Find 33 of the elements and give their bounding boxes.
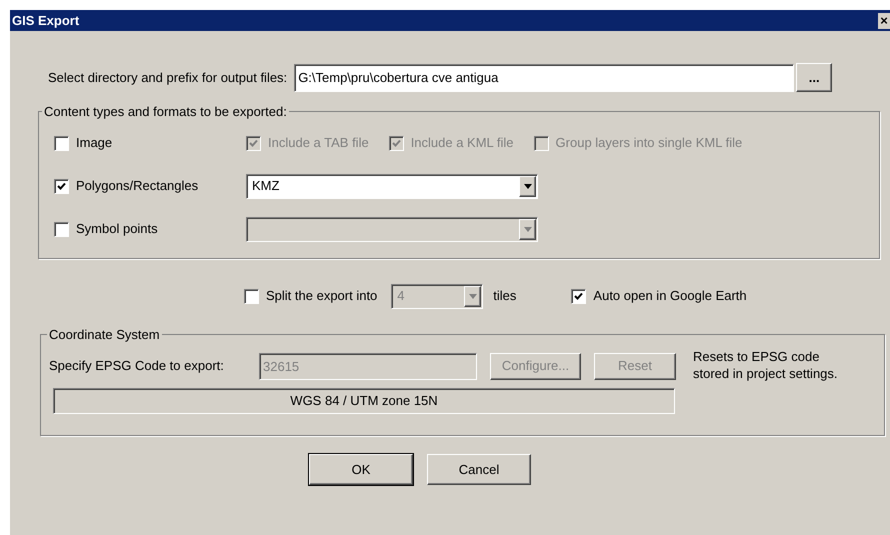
- dropdown-value: 4: [396, 287, 406, 306]
- checkbox[interactable]: [54, 222, 69, 236]
- reset-note: Resets to EPSG code stored in project settings.: [693, 348, 839, 383]
- tiles-label: tiles: [493, 287, 516, 306]
- checkbox[interactable]: [244, 288, 259, 304]
- checkbox[interactable]: [54, 136, 69, 150]
- checkbox-label: Symbol points: [76, 220, 158, 238]
- checkbox-label: Auto open in Google Earth: [593, 287, 747, 306]
- checkbox-label: Split the export into: [266, 287, 378, 306]
- close-button[interactable]: ×: [878, 12, 890, 28]
- output-label: Select directory and prefix for output files:: [48, 68, 288, 87]
- check-icon: [57, 182, 66, 190]
- checkbox-label: Include a KML file: [410, 134, 514, 152]
- browse-button[interactable]: ...: [796, 63, 832, 92]
- checkbox[interactable]: [571, 288, 586, 304]
- group-legend: Coordinate System: [47, 325, 162, 344]
- check-icon: [574, 292, 584, 300]
- dropdown-value: KMZ: [251, 177, 280, 196]
- output-path-field[interactable]: G:\Temp\pru\cobertura cve antigua: [294, 64, 794, 92]
- checkbox-label: Polygons/Rectangles: [76, 177, 198, 196]
- window-title: GIS Export: [12, 12, 80, 30]
- epsg-label: Specify EPSG Code to export:: [49, 357, 225, 376]
- checkbox[interactable]: [54, 178, 69, 194]
- group-legend: Content types and formats to be exported:: [42, 102, 289, 122]
- checkbox-label: Include a TAB file: [268, 134, 369, 152]
- projection-text: WGS 84 / UTM zone 15N: [290, 392, 438, 410]
- dropdown[interactable]: KMZ: [246, 174, 538, 198]
- dialog-button[interactable]: Cancel: [427, 454, 531, 485]
- dialog-button[interactable]: OK: [309, 454, 413, 485]
- check-icon: [392, 138, 401, 148]
- checkbox-label: Image: [76, 134, 112, 152]
- checkbox-label: Group layers into single KML file: [556, 134, 742, 152]
- check-icon: [249, 138, 258, 148]
